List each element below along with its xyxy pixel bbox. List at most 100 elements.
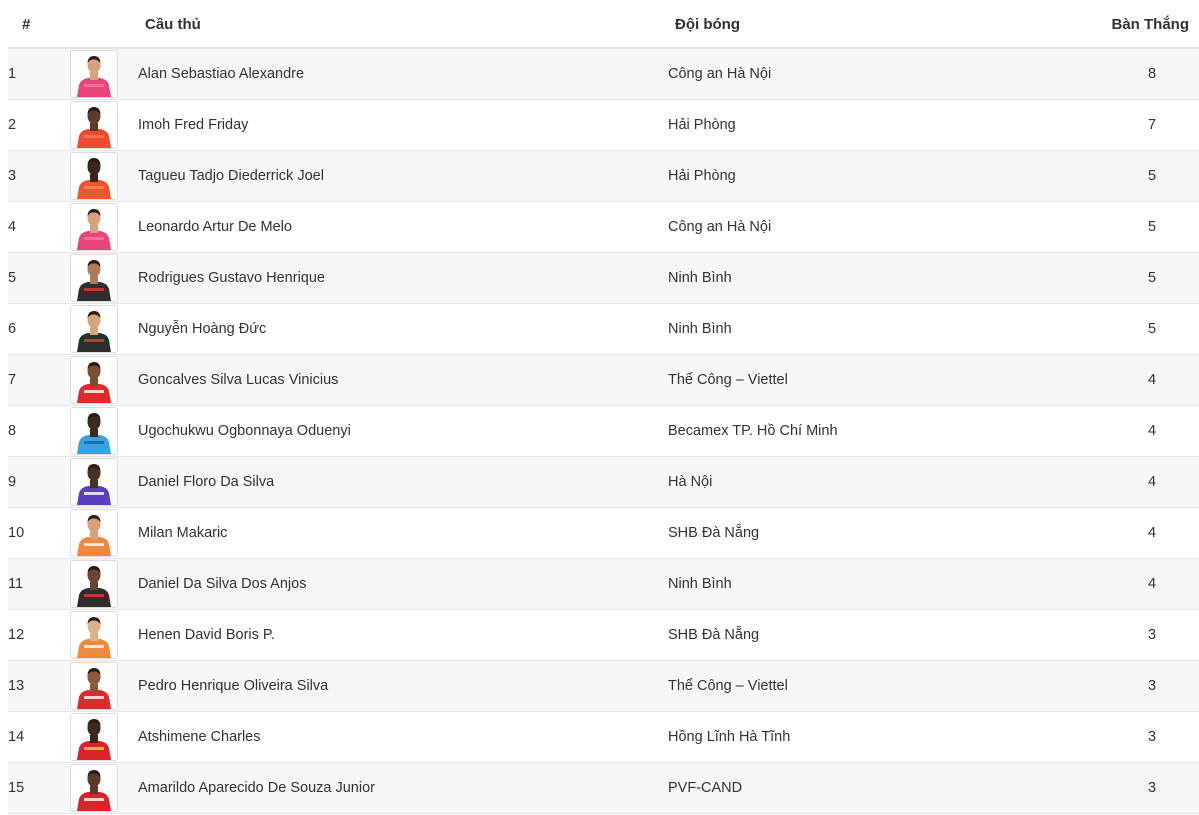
team-name-cell: Ninh Bình (668, 321, 732, 337)
rank-cell: 3 (8, 168, 17, 184)
table-row: 1 Alan Sebastiao Alexandre Công an Hà Nội 8 (8, 49, 1199, 100)
rank-cell: 13 (8, 678, 25, 694)
goals-cell: 3 (1147, 729, 1157, 745)
goals-cell: 7 (1147, 117, 1157, 133)
rank-cell: 2 (8, 117, 17, 133)
team-name-cell: Hải Phòng (668, 117, 736, 133)
table-row: 7 Goncalves Silva Lucas Vinicius Thể Công … (8, 355, 1199, 406)
rank-cell: 11 (8, 576, 24, 592)
player-photo-icon (77, 107, 111, 148)
goals-cell: 4 (1147, 474, 1157, 490)
header-rank: # (22, 16, 31, 33)
player-photo-icon (77, 668, 111, 709)
table-row: 9 Daniel Floro Da Silva Hà Nội 4 (8, 457, 1199, 508)
rank-cell: 14 (8, 729, 25, 745)
team-name-cell: Thể Công – Viettel (668, 372, 788, 388)
team-name-cell: Thể Công – Viettel (668, 678, 788, 694)
table-row: 13 Pedro Henrique Oliveira Silva Thể Công … (8, 661, 1199, 712)
table-row: 14 Atshimene Charles Hồng Lĩnh Hà Tĩnh 3 (8, 712, 1199, 763)
header-team: Đội bóng (675, 16, 740, 33)
player-name-cell: Pedro Henrique Oliveira Silva (138, 678, 329, 694)
table-row: 5 Rodrigues Gustavo Henrique Ninh Bình 5 (8, 253, 1199, 304)
goals-cell: 3 (1147, 780, 1157, 796)
team-name-cell: Hồng Lĩnh Hà Tĩnh (668, 729, 791, 745)
goals-cell: 3 (1147, 678, 1157, 694)
player-name-cell: Alan Sebastiao Alexandre (138, 66, 305, 82)
player-photo-icon (77, 260, 111, 301)
player-photo-icon (77, 770, 111, 811)
table-row: 15 Amarildo Aparecido De Souza Junior PVF-… (8, 763, 1199, 814)
team-name-cell: Hải Phòng (668, 168, 736, 184)
player-name-cell: Atshimene Charles (138, 729, 261, 745)
rank-cell: 8 (8, 423, 17, 439)
player-name-cell: Henen David Boris P. (138, 627, 275, 643)
player-photo-icon (77, 56, 111, 97)
goals-cell: 4 (1147, 423, 1157, 439)
table-row: 11 Daniel Da Silva Dos Anjos Ninh Bình 4 (8, 559, 1199, 610)
player-avatar (70, 611, 118, 659)
goals-cell: 3 (1147, 627, 1157, 643)
player-avatar (70, 203, 118, 251)
team-name-cell: Ninh Bình (668, 576, 732, 592)
rank-cell: 7 (8, 372, 17, 388)
player-name-cell: Rodrigues Gustavo Henrique (138, 270, 325, 286)
player-avatar (70, 713, 118, 761)
table-row: 2 Imoh Fred Friday Hải Phòng 7 (8, 100, 1199, 151)
team-name-cell: Becamex TP. Hồ Chí Minh (668, 423, 838, 439)
player-name-cell: Nguyễn Hoàng Đức (138, 321, 267, 337)
player-photo-icon (77, 209, 111, 250)
table-row: 10 Milan Makaric SHB Đà Nẵng 4 (8, 508, 1199, 559)
player-photo-icon (77, 515, 111, 556)
player-avatar (70, 152, 118, 200)
rank-cell: 15 (8, 780, 25, 796)
player-name-cell: Goncalves Silva Lucas Vinicius (138, 372, 339, 388)
rank-cell: 5 (8, 270, 17, 286)
player-name-cell: Imoh Fred Friday (138, 117, 249, 133)
goals-cell: 5 (1147, 168, 1157, 184)
player-name-cell: Ugochukwu Ogbonnaya Oduenyi (138, 423, 351, 439)
goals-cell: 4 (1147, 576, 1157, 592)
table-row: 4 Leonardo Artur De Melo Công an Hà Nội 5 (8, 202, 1199, 253)
player-avatar (70, 305, 118, 353)
player-avatar (70, 509, 118, 557)
player-avatar (70, 764, 118, 812)
player-photo-icon (77, 617, 111, 658)
player-avatar (70, 458, 118, 506)
player-name-cell: Leonardo Artur De Melo (138, 219, 292, 235)
goals-cell: 8 (1147, 66, 1157, 82)
rank-cell: 6 (8, 321, 17, 337)
player-name-cell: Daniel Floro Da Silva (138, 474, 275, 490)
table-body: 1 Alan Sebastiao Alexandre Công an Hà Nội 8… (8, 49, 1199, 814)
table-header: # Cầu thủ Đội bóng Bàn Thắng (8, 0, 1199, 49)
player-avatar (70, 254, 118, 302)
goals-cell: 4 (1147, 372, 1157, 388)
player-avatar (70, 50, 118, 98)
player-avatar (70, 662, 118, 710)
team-name-cell: SHB Đà Nẵng (668, 627, 760, 643)
player-avatar (70, 101, 118, 149)
player-photo-icon (77, 362, 111, 403)
player-name-cell: Amarildo Aparecido De Souza Junior (138, 780, 375, 796)
player-name-cell: Tagueu Tadjo Diederrick Joel (138, 168, 324, 184)
player-photo-icon (77, 311, 111, 352)
team-name-cell: Công an Hà Nội (668, 219, 772, 235)
table-row: 8 Ugochukwu Ogbonnaya Oduenyi Becamex TP. … (8, 406, 1199, 457)
top-scorers-table: # Cầu thủ Đội bóng Bàn Thắng 1 Alan Sebas… (8, 0, 1199, 814)
rank-cell: 4 (8, 219, 17, 235)
player-photo-icon (77, 719, 111, 760)
goals-cell: 5 (1147, 270, 1157, 286)
rank-cell: 1 (8, 66, 17, 82)
player-photo-icon (77, 566, 111, 607)
header-goals: Bàn Thắng (1111, 16, 1190, 33)
player-name-cell: Milan Makaric (138, 525, 228, 541)
team-name-cell: PVF-CAND (668, 780, 743, 796)
player-avatar (70, 407, 118, 455)
table-row: 3 Tagueu Tadjo Diederrick Joel Hải Phòng 5 (8, 151, 1199, 202)
team-name-cell: SHB Đà Nẵng (668, 525, 760, 541)
header-player: Cầu thủ (145, 16, 201, 33)
team-name-cell: Hà Nội (668, 474, 713, 490)
rank-cell: 9 (8, 474, 17, 490)
goals-cell: 4 (1147, 525, 1157, 541)
table-row: 12 Henen David Boris P. SHB Đà Nẵng 3 (8, 610, 1199, 661)
team-name-cell: Ninh Bình (668, 270, 732, 286)
